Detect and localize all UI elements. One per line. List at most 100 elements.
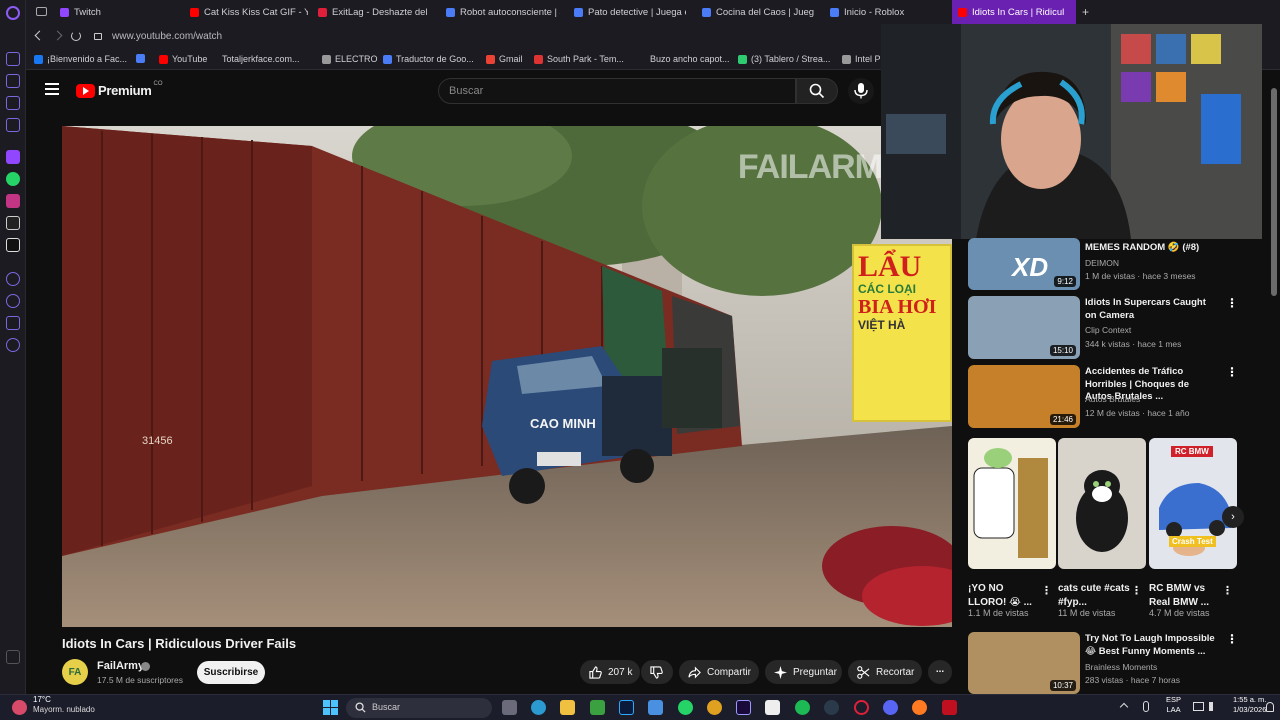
short-title[interactable]: RC BMW vs Real BMW ... — [1149, 582, 1223, 610]
task-view-icon[interactable] — [502, 700, 517, 715]
chrome-icon[interactable] — [707, 700, 722, 715]
voice-search-button[interactable] — [848, 78, 874, 104]
chevron-up-icon[interactable] — [1119, 702, 1129, 712]
page-scrollbar[interactable] — [1271, 88, 1277, 296]
youtube-premium-logo[interactable]: Premium CO — [76, 81, 163, 98]
shorts-next-button[interactable]: › — [1222, 506, 1244, 528]
tab-active-idiots-in-cars[interactable]: Idiots In Cars | Ridicul — [952, 0, 1076, 24]
clock-icon[interactable] — [6, 294, 20, 308]
messenger-icon[interactable] — [6, 118, 20, 132]
more-options-icon[interactable]: ⋮ — [1226, 633, 1238, 645]
windows-start-icon[interactable] — [323, 700, 338, 715]
pinboard-icon[interactable] — [6, 74, 20, 88]
short-item[interactable]: cats cute #cats #fyp... ⋮ 11 M de vistas — [1058, 438, 1146, 618]
x-icon[interactable] — [6, 238, 20, 252]
recommendation-item[interactable]: XD 9:12 MEMES RANDOM 🤣 (#8) DEIMON 1 M d… — [968, 238, 1268, 299]
short-thumbnail[interactable] — [1058, 438, 1146, 569]
system-clock[interactable]: 1:55 a. m. 1/03/2026 — [1233, 695, 1266, 715]
whatsapp-icon[interactable] — [678, 700, 693, 715]
ask-button[interactable]: Preguntar — [765, 660, 842, 684]
bookmark-item[interactable]: Traductor de Goo... — [383, 54, 474, 64]
channel-avatar[interactable]: FA — [62, 659, 88, 685]
network-icon[interactable] — [1193, 702, 1204, 711]
minecraft-icon[interactable] — [590, 700, 605, 715]
bookmark-item[interactable]: Intel Pl — [842, 54, 883, 64]
bookmark-item[interactable]: ELECTRO — [322, 54, 378, 64]
language-indicator[interactable]: ESP LAA — [1166, 695, 1181, 715]
weather-temperature[interactable]: 17°C — [33, 695, 51, 704]
reload-icon[interactable] — [71, 31, 81, 41]
workspace-icon[interactable] — [36, 7, 47, 16]
player-icon[interactable] — [6, 96, 20, 110]
opera-logo-icon[interactable] — [6, 6, 20, 20]
short-thumbnail[interactable] — [968, 438, 1056, 569]
dislike-button[interactable] — [641, 660, 673, 684]
whatsapp-icon[interactable] — [6, 172, 20, 186]
channel-name[interactable]: Autos Brutales — [1085, 394, 1140, 404]
gx-icon[interactable] — [6, 650, 20, 664]
weather-icon[interactable] — [12, 700, 27, 715]
bookmark-item[interactable]: Gmail — [486, 54, 523, 64]
video-thumbnail[interactable]: 15:10 — [968, 296, 1080, 359]
tab-cocina[interactable]: Cocina del Caos | Juega e — [702, 0, 814, 24]
bookmark-item[interactable]: YouTube — [159, 54, 207, 64]
bookmark-item[interactable]: ¡Bienvenido a Fac... — [34, 54, 127, 64]
short-title[interactable]: cats cute #cats #fyp... — [1058, 582, 1132, 610]
file-explorer-icon[interactable] — [560, 700, 575, 715]
premiere-icon[interactable] — [736, 700, 751, 715]
instagram-icon[interactable] — [6, 194, 20, 208]
video-title[interactable]: Idiots In Supercars Caught on Camera — [1085, 297, 1218, 322]
url-field[interactable]: www.youtube.com/watch — [112, 31, 222, 42]
short-item[interactable]: RC BMW Crash Test RC BMW vs Real BMW ...… — [1149, 438, 1237, 618]
edge-icon[interactable] — [531, 700, 546, 715]
photoshop-icon[interactable] — [619, 700, 634, 715]
tiktok-icon[interactable] — [6, 216, 20, 230]
paint-icon[interactable] — [648, 700, 663, 715]
taskbar-search[interactable]: Buscar — [346, 698, 492, 718]
bookmark-item[interactable]: (3) Tablero / Strea... — [738, 54, 830, 64]
spotify-icon[interactable] — [795, 700, 810, 715]
channel-name[interactable]: FailArmy — [97, 660, 144, 672]
weather-description[interactable]: Mayorm. nublado — [33, 705, 95, 714]
bookmark-item[interactable]: Buzo ancho capot... — [650, 54, 730, 64]
video-title[interactable]: MEMES RANDOM 🤣 (#8) — [1085, 242, 1218, 255]
settings-icon[interactable] — [6, 272, 20, 286]
volume-icon[interactable] — [1209, 702, 1219, 711]
share-button[interactable]: Compartir — [679, 660, 759, 684]
steam-icon[interactable] — [824, 700, 839, 715]
more-options-icon[interactable]: ⋮ — [1041, 584, 1052, 597]
tab-exitlag[interactable]: ExitLag - Deshazte del lag — [318, 0, 430, 24]
short-item[interactable]: ¡YO NO LLORO! 😭 ... ⋮ 1.1 M de vistas — [968, 438, 1056, 618]
forward-icon[interactable] — [52, 30, 63, 41]
firefox-icon[interactable] — [912, 700, 927, 715]
recording-app-icon[interactable] — [942, 700, 957, 715]
more-options-icon[interactable]: ⋮ — [1226, 297, 1238, 309]
more-options-icon[interactable]: ⋮ — [1226, 366, 1238, 378]
search-button[interactable] — [796, 78, 838, 104]
search-input[interactable] — [439, 79, 795, 103]
recommendation-item[interactable]: 15:10 Idiots In Supercars Caught on Came… — [968, 296, 1268, 360]
more-options-icon[interactable]: ⋮ — [1131, 584, 1142, 597]
subscribe-button[interactable]: Suscribirse — [197, 661, 265, 684]
history-icon[interactable] — [6, 52, 20, 66]
more-icon[interactable] — [6, 672, 20, 686]
tab-pato[interactable]: Pato detective | Juega en — [574, 0, 686, 24]
channel-name[interactable]: DEIMON — [1085, 258, 1119, 268]
twitch-icon[interactable] — [6, 150, 20, 164]
bookmark-item[interactable]: Totaljerkface.com... — [222, 54, 300, 64]
channel-name[interactable]: Brainless Moments — [1085, 662, 1157, 672]
video-thumbnail[interactable]: 21:46 — [968, 365, 1080, 428]
video-thumbnail[interactable]: 10:37 — [968, 632, 1080, 694]
discord-icon[interactable] — [883, 700, 898, 715]
channel-name[interactable]: Clip Context — [1085, 325, 1131, 335]
video-title[interactable]: Try Not To Laugh Impossible 😂 Best Funny… — [1085, 633, 1218, 658]
opera-gx-icon[interactable] — [854, 700, 869, 715]
more-actions-button[interactable]: ... — [928, 660, 952, 684]
tab-roblox[interactable]: Inicio - Roblox — [830, 0, 942, 24]
video-thumbnail[interactable]: XD 9:12 — [968, 238, 1080, 290]
recommendation-item[interactable]: 21:46 Accidentes de Tráfico Horribles | … — [968, 365, 1268, 429]
bookmark-item[interactable] — [136, 54, 149, 63]
tab-twitch[interactable]: Twitch — [60, 0, 180, 24]
short-thumbnail[interactable]: RC BMW Crash Test — [1149, 438, 1237, 569]
video-player[interactable]: FAILARM LẨU CÁC LOẠI BIA HƠI VIỆT HÀ CAO… — [62, 126, 952, 627]
